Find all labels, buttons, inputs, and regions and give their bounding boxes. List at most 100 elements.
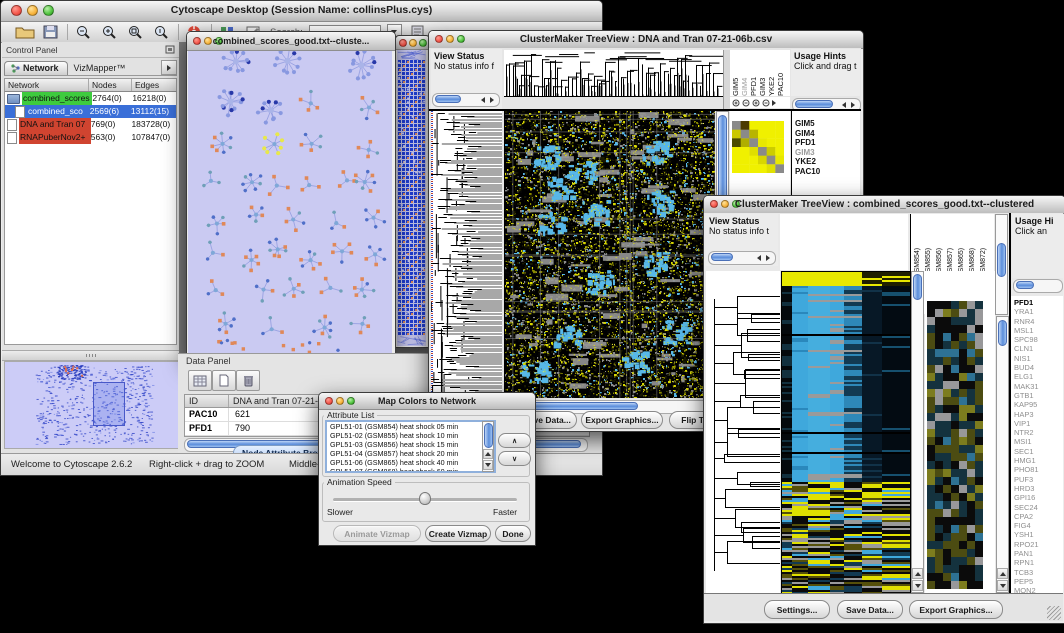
arrow-right-icon[interactable] xyxy=(490,97,494,103)
arrow-down-icon[interactable] xyxy=(1000,584,1006,588)
export-graphics-button[interactable]: Export Graphics... xyxy=(909,600,1003,619)
gene-label[interactable]: PFD1 xyxy=(795,138,860,148)
zoom-in-icon[interactable] xyxy=(752,99,760,107)
scrollbar-thumb[interactable] xyxy=(1016,281,1034,289)
gene-label[interactable]: PEP5 xyxy=(1014,577,1063,586)
network-canvas[interactable] xyxy=(188,51,392,357)
view-status-scrollbar[interactable] xyxy=(432,93,500,107)
main-titlebar[interactable]: Cytoscape Desktop (Session Name: collins… xyxy=(1,1,602,22)
treeview1-titlebar[interactable]: ClusterMaker TreeView : DNA and Tran 07-… xyxy=(429,31,863,49)
gene-label[interactable]: GIM4 xyxy=(795,129,860,139)
gene-label[interactable]: ELG1 xyxy=(1014,372,1063,381)
view-status-scrollbar[interactable] xyxy=(708,251,776,265)
gene-label[interactable]: GTB1 xyxy=(1014,391,1063,400)
resize-grip-icon[interactable] xyxy=(1047,606,1061,620)
zoom-out-icon[interactable] xyxy=(74,24,94,40)
gene-label[interactable]: VIP1 xyxy=(1014,419,1063,428)
scrollbar-thumb[interactable] xyxy=(435,95,461,103)
zoom-in-icon[interactable] xyxy=(732,99,740,107)
gene-label[interactable]: MSL1 xyxy=(1014,326,1063,335)
gene-label[interactable]: SEC24 xyxy=(1014,503,1063,512)
slider-thumb[interactable] xyxy=(419,492,431,505)
zoom-panel-vscrollbar[interactable] xyxy=(996,316,1009,593)
gene-label[interactable]: HMG1 xyxy=(1014,456,1063,465)
col-nodes[interactable]: Nodes xyxy=(89,79,132,91)
arrow-left-icon[interactable] xyxy=(481,97,485,103)
arrow-right-icon[interactable] xyxy=(851,102,855,108)
move-down-button[interactable]: ∨ xyxy=(498,451,531,466)
network-table-row[interactable]: DNA and Tran 07769(0)183728(0) xyxy=(5,118,176,131)
settings-button[interactable]: Settings... xyxy=(764,600,830,619)
attribute-list[interactable]: GPL51-01 (GSM854) heat shock 05 min GPL51… xyxy=(325,420,496,473)
col-network[interactable]: Network xyxy=(5,79,89,91)
gene-label[interactable]: BUD4 xyxy=(1014,363,1063,372)
zoom-out-icon[interactable] xyxy=(762,99,770,107)
zoom-out-icon[interactable] xyxy=(742,99,750,107)
gene-label[interactable]: CLN1 xyxy=(1014,344,1063,353)
network-window-titlebar[interactable]: combined_scores_good.txt--cluste... xyxy=(187,32,395,51)
scrollbar-thumb[interactable] xyxy=(997,243,1006,277)
arrow-left-icon[interactable] xyxy=(757,255,761,261)
column-dendrogram[interactable] xyxy=(504,50,723,97)
move-up-button[interactable]: ∧ xyxy=(498,433,531,448)
gene-label[interactable]: GIM5 xyxy=(795,119,860,129)
column-dendrogram-area[interactable] xyxy=(780,214,908,270)
zoom-actual-icon[interactable] xyxy=(152,24,172,40)
gene-label[interactable]: SPC98 xyxy=(1014,335,1063,344)
scrollbar-thumb[interactable] xyxy=(998,320,1007,346)
background-network-window[interactable] xyxy=(395,35,430,348)
scrollbar-thumb[interactable] xyxy=(795,100,833,108)
scrollbar-thumb[interactable] xyxy=(484,423,493,448)
gene-label[interactable]: NIS1 xyxy=(1014,354,1063,363)
dialog-titlebar[interactable]: Map Colors to Network xyxy=(319,393,535,410)
treeview2-titlebar[interactable]: ClusterMaker TreeView : combined_scores_… xyxy=(704,196,1064,214)
attribute-list-item[interactable]: GPL51-03 (GSM856) heat shock 15 min xyxy=(327,440,494,449)
gene-label[interactable]: RPO21 xyxy=(1014,540,1063,549)
background-window-titlebar[interactable] xyxy=(396,36,429,50)
tab-overflow-button[interactable] xyxy=(161,60,177,75)
delete-attribute-button[interactable] xyxy=(236,370,260,391)
arrow-down-icon[interactable] xyxy=(485,463,491,467)
arrow-right-icon[interactable] xyxy=(772,100,776,106)
arrow-left-icon[interactable] xyxy=(842,102,846,108)
minimize-icon[interactable] xyxy=(409,39,417,47)
gene-label[interactable]: PUF3 xyxy=(1014,475,1063,484)
splitter-strip[interactable] xyxy=(723,50,730,109)
close-icon[interactable] xyxy=(399,39,407,47)
row-dendrogram[interactable] xyxy=(706,271,780,593)
gene-label[interactable]: GPI16 xyxy=(1014,493,1063,502)
gene-label[interactable]: RNR4 xyxy=(1014,317,1063,326)
gene-label[interactable]: YRA1 xyxy=(1014,307,1063,316)
column-labels-scrollbar[interactable] xyxy=(995,214,1008,315)
maximize-icon[interactable] xyxy=(419,39,427,47)
gene-label[interactable]: MAK31 xyxy=(1014,382,1063,391)
gene-label[interactable]: PHO81 xyxy=(1014,465,1063,474)
attribute-list-item[interactable]: GPL51-04 (GSM857) heat shock 20 min xyxy=(327,449,494,458)
open-file-icon[interactable] xyxy=(15,24,35,40)
panel-splitter[interactable] xyxy=(2,350,179,361)
animate-vizmap-button[interactable]: Animate Vizmap xyxy=(333,525,421,542)
gene-label[interactable]: YSH1 xyxy=(1014,530,1063,539)
export-graphics-button[interactable]: Export Graphics... xyxy=(581,411,663,429)
gene-label[interactable]: FIG4 xyxy=(1014,521,1063,530)
arrow-up-icon[interactable] xyxy=(485,452,491,456)
scrollbar-thumb[interactable] xyxy=(913,274,922,300)
network-table-row[interactable]: combined_scores2764(0)16218(0) xyxy=(5,92,176,105)
zoom-in-icon[interactable] xyxy=(100,24,120,40)
col-id[interactable]: ID xyxy=(185,395,229,407)
row-dendrogram[interactable] xyxy=(431,111,502,398)
gene-label[interactable]: NTR2 xyxy=(1014,428,1063,437)
zoom-fit-icon[interactable] xyxy=(126,24,146,40)
network-table-row[interactable]: RNAPuberNov2+563(0)107847(0) xyxy=(5,131,176,144)
attribute-list-item[interactable]: GPL51-06 (GSM865) heat shock 40 min xyxy=(327,458,494,467)
arrow-up-icon[interactable] xyxy=(915,572,921,576)
done-button[interactable]: Done xyxy=(495,525,531,542)
gene-label[interactable]: HRD3 xyxy=(1014,484,1063,493)
gene-label[interactable]: PFD1 xyxy=(1014,298,1063,307)
attribute-list-item[interactable]: GPL51-07 (GSM868) heat shock 60 min xyxy=(327,467,494,473)
heatmap-canvas[interactable] xyxy=(781,271,911,595)
attribute-list-item[interactable]: GPL51-01 (GSM854) heat shock 05 min xyxy=(327,422,494,431)
heatmap-canvas[interactable] xyxy=(504,111,715,398)
gene-label[interactable]: MSI1 xyxy=(1014,437,1063,446)
background-network-canvas[interactable] xyxy=(397,50,426,346)
